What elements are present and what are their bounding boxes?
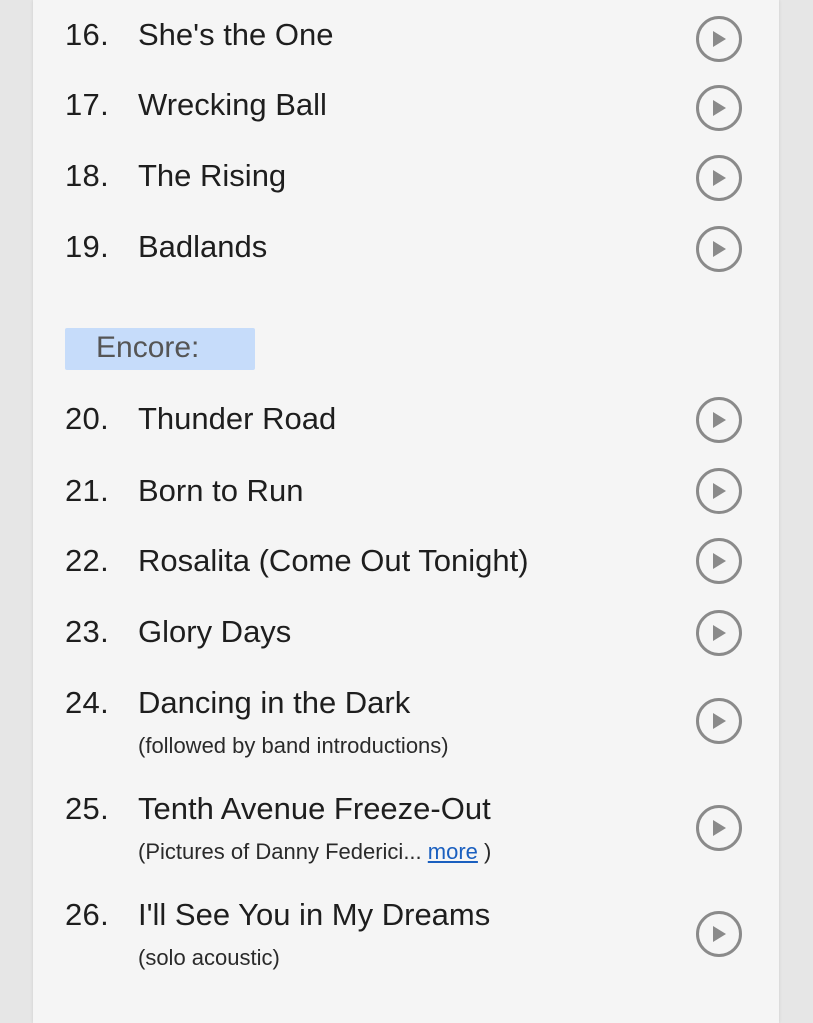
play-circle-icon[interactable] (696, 805, 742, 851)
play-circle-icon[interactable] (696, 155, 742, 201)
song-number: 18. (65, 158, 109, 193)
song-number: 19. (65, 229, 109, 264)
song-number: 21. (65, 473, 109, 508)
setlist-item: 16. She's the One (33, 17, 779, 77)
song-number: 16. (65, 17, 109, 52)
setlist-item: 20. Thunder Road (33, 401, 779, 461)
play-circle-icon[interactable] (696, 16, 742, 62)
more-link[interactable]: more (428, 839, 478, 864)
play-circle-icon[interactable] (696, 911, 742, 957)
song-title: I'll See You in My Dreams (138, 897, 491, 932)
song-number: 20. (65, 401, 109, 436)
setlist-panel: 16. She's the One 17. Wrecking Ball 18. … (33, 0, 779, 1023)
setlist-item: 18. The Rising (33, 158, 779, 218)
play-circle-icon[interactable] (696, 538, 742, 584)
song-number: 25. (65, 791, 109, 826)
setlist-item: 24. Dancing in the Dark (followed by ban… (33, 685, 779, 758)
song-title: Born to Run (138, 473, 304, 508)
song-title: Wrecking Ball (138, 87, 327, 122)
song-note-text: (Pictures of Danny Federici... (138, 839, 428, 864)
song-title: Thunder Road (138, 401, 337, 436)
setlist-item: 22. Rosalita (Come Out Tonight) (33, 543, 779, 603)
song-title: Tenth Avenue Freeze-Out (138, 791, 491, 826)
section-label: Encore: (96, 331, 200, 364)
song-title: Badlands (138, 229, 268, 264)
song-title: The Rising (138, 158, 287, 193)
song-number: 17. (65, 87, 109, 122)
encore-section-heading: Encore: (65, 328, 255, 370)
play-circle-icon[interactable] (696, 468, 742, 514)
song-title: Dancing in the Dark (138, 685, 411, 720)
song-title: She's the One (138, 17, 334, 52)
song-note: (Pictures of Danny Federici... more ) (138, 839, 491, 865)
song-note: (followed by band introductions) (138, 733, 449, 758)
play-circle-icon[interactable] (696, 397, 742, 443)
setlist-item: 21. Born to Run (33, 473, 779, 533)
setlist-item: 23. Glory Days (33, 614, 779, 674)
setlist-item: 17. Wrecking Ball (33, 87, 779, 147)
play-circle-icon[interactable] (696, 226, 742, 272)
song-title: Glory Days (138, 614, 292, 649)
play-circle-icon[interactable] (696, 610, 742, 656)
song-number: 22. (65, 543, 109, 578)
song-number: 23. (65, 614, 109, 649)
song-note-end: ) (477, 839, 492, 864)
setlist-item: 19. Badlands (33, 229, 779, 289)
song-number: 26. (65, 897, 109, 932)
song-note: (solo acoustic) (138, 945, 280, 970)
setlist-item: 25. Tenth Avenue Freeze-Out (Pictures of… (33, 791, 779, 864)
setlist-item: 26. I'll See You in My Dreams (solo acou… (33, 897, 779, 970)
play-circle-icon[interactable] (696, 698, 742, 744)
song-number: 24. (65, 685, 109, 720)
play-circle-icon[interactable] (696, 85, 742, 131)
song-title: Rosalita (Come Out Tonight) (138, 543, 529, 578)
